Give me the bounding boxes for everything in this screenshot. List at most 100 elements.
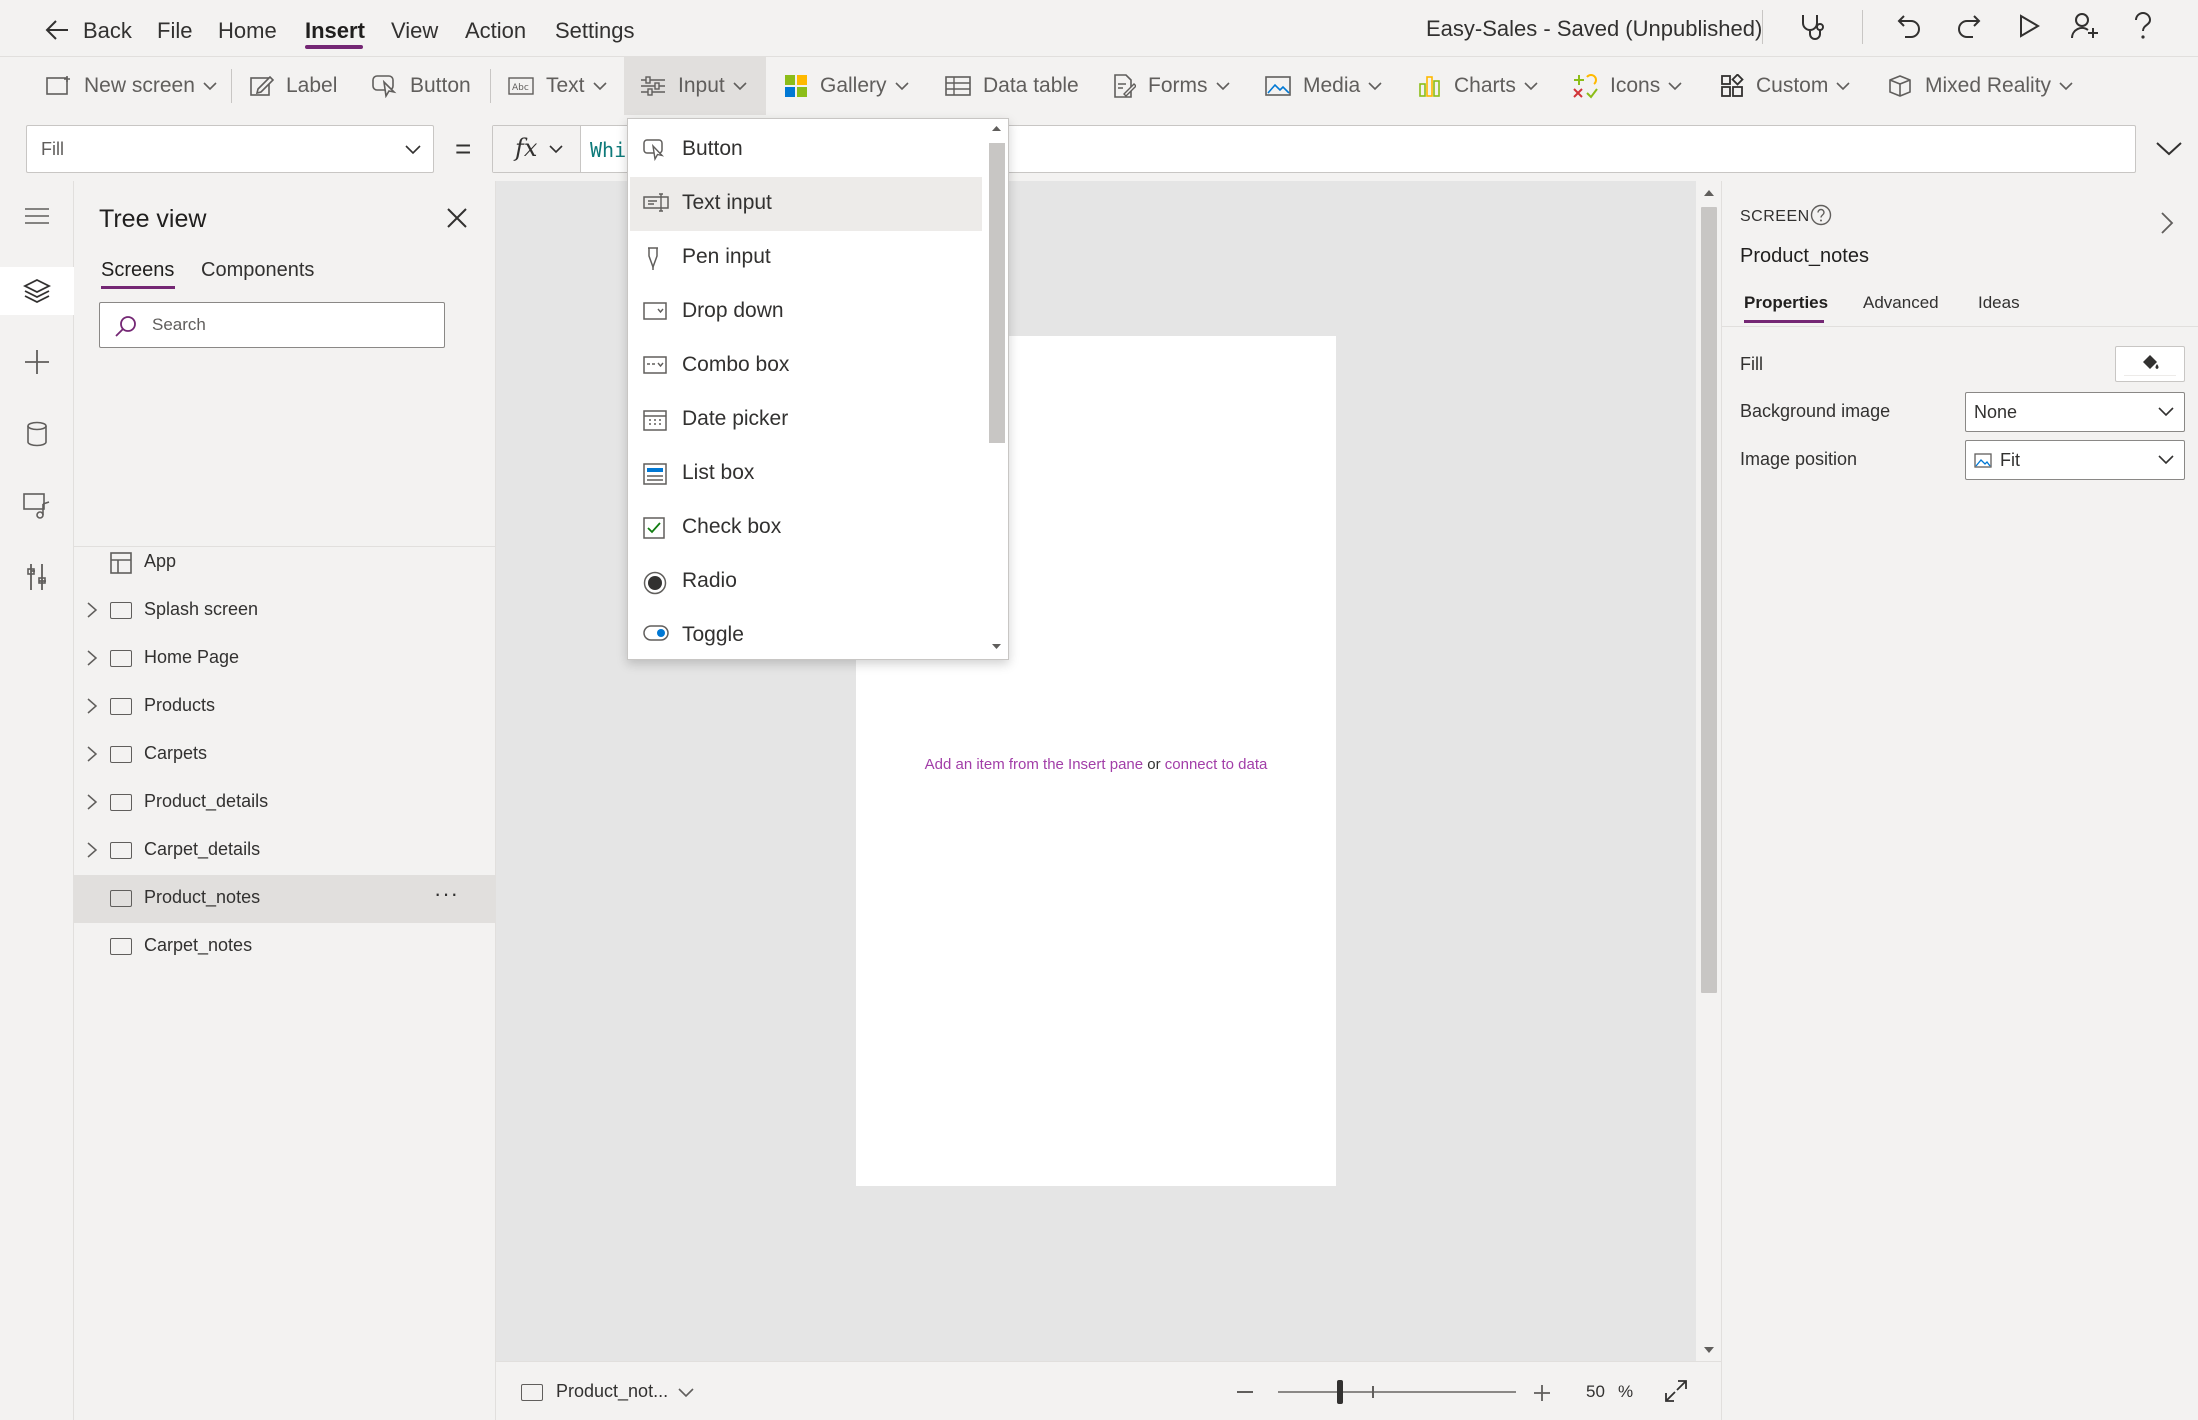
menu-item-list-box[interactable]: List box — [630, 447, 982, 501]
chevron-right-icon[interactable] — [86, 793, 98, 811]
advanced-tools-icon[interactable] — [26, 563, 48, 591]
menu-insert[interactable]: Insert — [305, 18, 365, 44]
menu-item-pen-input[interactable]: Pen input — [630, 231, 982, 285]
menu-item-label: Combo box — [682, 353, 790, 376]
charts-button[interactable]: Charts — [1418, 57, 1538, 115]
input-button[interactable]: Input — [624, 57, 766, 115]
tree-row-screen[interactable]: Home Page — [74, 635, 495, 683]
data-cylinder-icon[interactable] — [26, 421, 48, 447]
zoom-out-icon[interactable] — [1237, 1391, 1253, 1393]
tree-row-screen[interactable]: Carpet_details — [74, 827, 495, 875]
search-icon — [114, 314, 138, 338]
redo-icon[interactable] — [1955, 12, 1983, 40]
fill-label: Fill — [1740, 354, 1763, 374]
menu-file[interactable]: File — [157, 18, 192, 44]
tree-row-screen[interactable]: Product_notes ··· — [74, 875, 495, 923]
menu-action[interactable]: Action — [465, 18, 526, 44]
more-options-icon[interactable]: ··· — [434, 881, 459, 907]
menu-scroll-thumb[interactable] — [989, 143, 1005, 443]
menu-item-date-picker[interactable]: Date picker — [630, 393, 982, 447]
search-field[interactable]: Search — [99, 302, 445, 348]
zoom-slider-thumb[interactable] — [1337, 1380, 1343, 1404]
menu-settings[interactable]: Settings — [555, 18, 635, 44]
chevron-right-icon[interactable] — [86, 601, 98, 619]
share-user-icon[interactable] — [2070, 12, 2100, 40]
back-arrow-icon[interactable] — [44, 18, 70, 42]
text-button[interactable]: Abc Text — [508, 57, 607, 115]
help-circle-icon[interactable] — [1810, 204, 1832, 226]
connect-data-link[interactable]: connect to data — [1165, 756, 1268, 773]
media-music-icon[interactable] — [23, 493, 51, 519]
data-table-button[interactable]: Data table — [945, 57, 1079, 115]
menu-item-radio[interactable]: Radio — [630, 555, 982, 609]
app-checker-stethoscope-icon[interactable] — [1797, 12, 1827, 42]
custom-button[interactable]: Custom — [1720, 57, 1850, 115]
forms-label: Forms — [1148, 74, 1208, 97]
insert-pane-link[interactable]: Add an item from the Insert pane — [925, 756, 1143, 773]
menu-item-label: Radio — [682, 569, 737, 592]
label-label: Label — [286, 74, 338, 97]
tree-row-screen[interactable]: Product_details — [74, 779, 495, 827]
tree-view-tab[interactable] — [0, 267, 74, 315]
image-position-dropdown[interactable]: Fit — [1965, 440, 2185, 480]
insert-plus-icon[interactable] — [24, 349, 50, 375]
menu-item-check-box[interactable]: Check box — [630, 501, 982, 555]
scroll-down-icon[interactable] — [1703, 1346, 1715, 1354]
menu-item-button[interactable]: Button — [630, 123, 982, 177]
fill-color-picker[interactable] — [2115, 346, 2185, 382]
icons-button[interactable]: Icons — [1572, 57, 1682, 115]
scroll-thumb[interactable] — [1701, 207, 1717, 993]
menu-item-text-input[interactable]: Text input — [630, 177, 982, 231]
tab-ideas[interactable]: Ideas — [1978, 293, 2020, 313]
chevron-right-icon[interactable] — [86, 697, 98, 715]
new-screen-button[interactable]: New screen — [46, 57, 217, 115]
chevron-right-icon[interactable] — [86, 649, 98, 667]
menu-home[interactable]: Home — [218, 18, 277, 44]
menu-item-combo-box[interactable]: Combo box — [630, 339, 982, 393]
chevron-right-icon[interactable] — [86, 841, 98, 859]
current-screen-name[interactable]: Product_not... — [556, 1381, 668, 1402]
help-icon[interactable] — [2132, 12, 2154, 40]
hamburger-menu-icon[interactable] — [24, 207, 50, 225]
undo-icon[interactable] — [1895, 12, 1923, 40]
tab-components[interactable]: Components — [201, 259, 314, 282]
gallery-label: Gallery — [820, 74, 887, 97]
media-button[interactable]: Media — [1265, 57, 1382, 115]
button-button[interactable]: Button — [372, 57, 471, 115]
menu-view[interactable]: View — [391, 18, 438, 44]
close-icon[interactable] — [446, 207, 468, 229]
back-button[interactable]: Back — [83, 18, 132, 44]
tab-screens[interactable]: Screens — [101, 259, 174, 282]
property-dropdown[interactable]: Fill — [26, 125, 434, 173]
divider — [74, 546, 495, 547]
scroll-up-icon[interactable] — [991, 125, 1002, 132]
tree-row-screen[interactable]: Carpets — [74, 731, 495, 779]
menu-scrollbar[interactable] — [985, 119, 1008, 659]
menu-item-label: Date picker — [682, 407, 789, 430]
expand-formula-chevron-icon[interactable] — [2156, 142, 2182, 156]
background-image-dropdown[interactable]: None — [1965, 392, 2185, 432]
chevron-down-icon[interactable] — [678, 1388, 694, 1398]
tree-row-screen[interactable]: Products — [74, 683, 495, 731]
zoom-in-icon[interactable] — [1533, 1384, 1551, 1402]
tree-row-screen[interactable]: Carpet_notes — [74, 923, 495, 971]
label-button[interactable]: Label — [250, 57, 337, 115]
menu-item-drop-down[interactable]: Drop down — [630, 285, 982, 339]
tab-advanced[interactable]: Advanced — [1863, 293, 1939, 313]
gallery-button[interactable]: Gallery — [784, 57, 909, 115]
input-dropdown-menu: Button Text input Pen input Drop down Combo … — [627, 118, 1009, 660]
collapse-panel-chevron-icon[interactable] — [2160, 211, 2174, 235]
preview-play-icon[interactable] — [2017, 13, 2041, 39]
scroll-down-icon[interactable] — [991, 643, 1002, 650]
tree-row-screen[interactable]: Splash screen — [74, 587, 495, 635]
fx-button[interactable]: fx — [493, 126, 581, 172]
menu-item-toggle[interactable]: Toggle — [630, 609, 982, 659]
fit-to-window-icon[interactable] — [1664, 1379, 1688, 1403]
chevron-right-icon[interactable] — [86, 745, 98, 763]
zoom-slider[interactable] — [1278, 1391, 1516, 1393]
canvas-scrollbar[interactable] — [1696, 181, 1721, 1361]
mixed-reality-button[interactable]: Mixed Reality — [1887, 57, 2073, 115]
scroll-up-icon[interactable] — [1703, 189, 1715, 197]
tab-properties[interactable]: Properties — [1744, 293, 1828, 313]
forms-button[interactable]: Forms — [1112, 57, 1230, 115]
